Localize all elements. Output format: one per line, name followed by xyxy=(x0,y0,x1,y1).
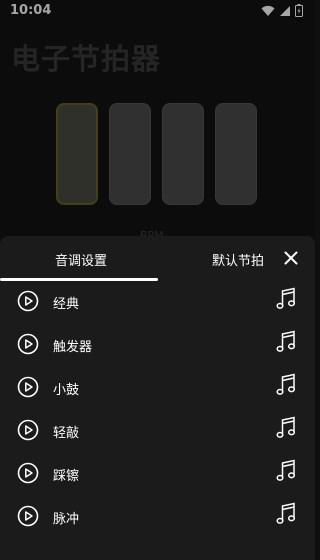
sound-item-label: 轻敲 xyxy=(53,426,80,441)
tab-default-beat[interactable]: 默认节拍 xyxy=(212,250,264,269)
sound-item-tap[interactable]: 轻敲 xyxy=(0,411,315,454)
play-icon[interactable] xyxy=(17,376,39,398)
sound-item-label: 踩镲 xyxy=(53,469,80,484)
play-icon[interactable] xyxy=(17,333,39,355)
sound-item-hihat[interactable]: 踩镲 xyxy=(0,454,315,497)
music-note-icon[interactable] xyxy=(275,502,297,526)
music-note-icon[interactable] xyxy=(275,416,297,440)
sheet-tabs: 音调设置 默认节拍 xyxy=(0,236,315,282)
screen: 10:04 电子节拍器 BPM 音调设置 默认节拍 xyxy=(0,0,315,560)
sound-item-classic[interactable]: 经典 xyxy=(0,282,315,325)
play-icon[interactable] xyxy=(17,419,39,441)
music-note-icon[interactable] xyxy=(275,287,297,311)
play-icon[interactable] xyxy=(17,290,39,312)
sound-item-label: 经典 xyxy=(53,297,80,312)
sound-item-label: 触发器 xyxy=(53,340,93,355)
sound-item-label: 小鼓 xyxy=(53,383,80,398)
sound-item-snare[interactable]: 小鼓 xyxy=(0,368,315,411)
tab-tone-settings[interactable]: 音调设置 xyxy=(55,250,107,269)
music-note-icon[interactable] xyxy=(275,330,297,354)
sound-settings-sheet: 音调设置 默认节拍 经典 触发器 小鼓 轻敲 踩镲 脉冲 xyxy=(0,236,315,560)
tab-indicator xyxy=(0,278,158,281)
sound-item-pulse[interactable]: 脉冲 xyxy=(0,497,315,540)
music-note-icon[interactable] xyxy=(275,373,297,397)
sound-item-label: 脉冲 xyxy=(53,512,80,527)
sound-list: 经典 触发器 小鼓 轻敲 踩镲 脉冲 xyxy=(0,282,315,540)
play-icon[interactable] xyxy=(17,505,39,527)
music-note-icon[interactable] xyxy=(275,459,297,483)
play-icon[interactable] xyxy=(17,462,39,484)
close-icon[interactable] xyxy=(281,248,301,268)
sound-item-trigger[interactable]: 触发器 xyxy=(0,325,315,368)
